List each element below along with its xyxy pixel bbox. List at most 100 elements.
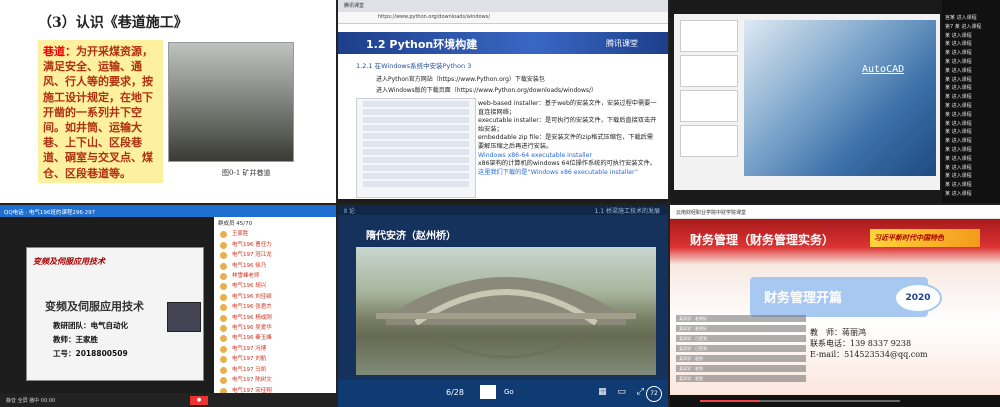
member-item[interactable]: 电气196 刘佳颖 [218,292,332,302]
attendance-item: 某 进入课程 [945,190,972,197]
member-count: 群成员 45/70 [218,221,253,227]
attendance-item: 某 进入课程 [945,76,972,83]
note-web: web-based installer：基于web的安装文件，安装过程中需要一直… [478,100,657,116]
chat-message: 某同学：老师好 [676,315,806,322]
member-item[interactable]: 电气196 徐乃 [218,261,332,271]
panel-finance-lesson: 云南财经职业学院中财学院课堂 财务管理（财务管理实务） 习近平新时代中国特色 财… [670,205,1000,407]
chat-message: 某同学：已签到 [676,345,806,352]
member-item[interactable]: 电气196 张君杰 [218,302,332,312]
qq-title-bar: QQ电话 · 电气196班的课程296·297 [0,205,336,217]
video-controls[interactable] [670,395,1000,407]
slide-title: 1.2 Python环境构建 [366,38,478,51]
browser-tab[interactable]: 腾讯课堂 [344,2,364,9]
page-input[interactable] [480,385,496,399]
note-choice: 这里我们下载的是“Windows x86 executable installe… [478,168,639,176]
note-exe: executable installer：是可执行的安装文件，下载后直接双击开始… [478,117,657,133]
teacher-label: 教师：王家胜 [53,335,98,344]
lesson-slide: 1.2 Python环境构建 腾讯课堂 1.2.1 在Windows系统中安装P… [338,24,668,199]
presentation-window: AutoCAD [674,14,940,190]
teacher-email: E-mail：514523534@qq.com [810,350,928,359]
member-item[interactable]: 王家胜 [218,229,332,239]
member-item[interactable]: 电气196 曹任力 [218,240,332,250]
slide-topbar: Ⅱ 论 1.1 桥梁施工技术的发展 [338,205,668,215]
member-item[interactable]: 电气196 吴爱华 [218,323,332,333]
go-button[interactable]: Go [504,388,514,396]
attendance-item: 某 进入课程 [945,146,972,153]
member-item[interactable]: 电气197 冠江龙 [218,250,332,260]
progress-bar[interactable] [700,400,900,402]
member-item[interactable]: 林雪峰老师 [218,271,332,281]
attendance-item: 某 进入课程 [945,85,972,92]
lesson-title: 财务管理开篇 [764,291,843,306]
note-zip: embeddable zip file：是安装文件的zip格式压缩包，下载后需要… [478,134,654,150]
count-badge: 72 [646,386,662,402]
page-indicator: 6/28 [446,388,464,397]
member-item[interactable]: 电气197 刘航 [218,354,332,364]
note-x86-64-desc: x86架构的计算机的windows 64位操作系统的可执行安装文件。 [478,160,657,168]
photo-caption: 图0-1 矿井巷道 [222,169,271,177]
member-list: 群成员 45/70 王家胜 电气196 曹任力 电气197 冠江龙 电气196 徐乃林… [214,217,336,395]
member-item[interactable]: 电气196 杨成刚 [218,313,332,323]
note-x86-64: Windows x86-64 executable installer [478,151,593,159]
chat-message: 某同学：老师好 [676,325,806,332]
member-item[interactable]: 电气197 陈树文 [218,375,332,385]
browser-tab-bar: 腾讯课堂 [338,0,668,12]
member-item[interactable]: 电气197 马凯 [218,365,332,375]
definition-text: 为开采煤资源，满足安全、运输、通风、行人等的要求，按施工设计规定，在地下开凿的一… [43,45,153,180]
mine-roadway-photo [168,42,294,162]
definition-box: 巷道：为开采煤资源，满足安全、运输、通风、行人等的要求，按施工设计规定，在地下开… [38,40,163,183]
attendance-item: 某 进入课程 [945,102,972,109]
attendance-item: 某 进入课程 [945,58,972,65]
autocad-watermark: AutoCAD [862,64,905,75]
webcam-thumbnail [167,302,201,332]
teacher-phone: 联系电话：139 8337 9238 [810,339,912,348]
address-bar[interactable]: https://www.python.org/downloads/windows… [338,12,668,24]
staff-id-label: 工号：2018800509 [53,349,128,358]
panel-roadway-slide: （3）认识《巷道施工》 巷道：为开采煤资源，满足安全、运输、通风、行人等的要求，… [0,0,336,203]
chapter-label: Ⅱ 论 [344,208,355,215]
chat-message: 某同学：收到 [676,355,806,362]
slide-thumbnails[interactable] [680,20,740,180]
panel-python-lesson: 腾讯课堂 https://www.python.org/downloads/wi… [338,0,668,203]
attendance-item: 某 进入课程 [945,32,972,39]
shared-screen: 变频及伺服应用技术 变频及伺服应用技术 教研团队：电气自动化 教师：王家胜 工号… [26,247,204,381]
attendance-item: 某 进入课程 [945,111,972,118]
section-label: 1.1 桥梁施工技术的发展 [594,208,660,215]
attendance-item: 第7 某 进入课程 [945,23,982,30]
step-line-1: 进入Python官方网站（https://www.Python.org）下载安装… [376,76,545,83]
attendance-item: 某 进入课程 [945,182,972,189]
chat-overlay: 某同学：老师好 某同学：老师好 某同学：已签到 某同学：已签到 某同学：收到 某同学：收到… [676,315,806,385]
chat-message: 某同学：收到 [676,375,806,382]
course-title: 变频及伺服应用技术 [45,300,144,313]
definition-keyword: 巷道： [43,45,76,58]
teacher-name: 教 师：蒋丽鸿 [810,328,866,337]
player-title-bar: 云南财经职业学院中财学院课堂 [670,205,1000,219]
panel-bridge-lesson: Ⅱ 论 1.1 桥梁施工技术的发展 隋代安济（赵州桥） 6/28 Go ▦ ▭ … [338,205,668,407]
member-item[interactable]: 电气196 胡兴 [218,281,332,291]
course-title: 财务管理（财务管理实务） [690,233,835,247]
download-page-screenshot [356,98,476,198]
attendance-item: 某 进入课程 [945,120,972,127]
slide-navigation: 6/28 Go ▦ ▭ ⤢ 72 [338,380,668,407]
attendance-item: 某 进入课程 [945,67,972,74]
call-controls[interactable]: 静音 全屏 播中 00:00 [0,393,336,407]
attendance-item: 某 进入课程 [945,94,972,101]
bridge-photo [356,247,656,375]
view-controls[interactable]: ▦ ▭ ⤢ [598,387,648,397]
member-item[interactable]: 电气197 冯博 [218,344,332,354]
hang-up-button[interactable]: ● [190,396,208,405]
attendance-item: 某 进入课程 [945,41,972,48]
member-item[interactable]: 电气196 秦玉峰 [218,333,332,343]
finance-slide: 财务管理（财务管理实务） 习近平新时代中国特色 财务管理开篇 2020 某同学：… [670,219,1000,395]
teacher-info: 教 师：蒋丽鸿 联系电话：139 8337 9238 E-mail：514523… [810,327,928,360]
video-header: 变频及伺服应用技术 [33,257,105,266]
bridge-illustration [376,277,636,359]
team-label: 教研团队：电气自动化 [53,321,128,330]
installer-notes: web-based installer：基于web的安装文件，安装过程中需要一直… [478,100,658,177]
chat-message: 某同学：已签到 [676,335,806,342]
attendance-item: 某 进入课程 [945,129,972,136]
slide-title: 隋代安济（赵州桥） [366,231,456,242]
step-line-2: 进入Windows版的下载页面（https://www.Python.org/d… [376,87,598,94]
attendance-item: 某 进入课程 [945,173,972,180]
slide-title: （3）认识《巷道施工》 [38,15,188,31]
